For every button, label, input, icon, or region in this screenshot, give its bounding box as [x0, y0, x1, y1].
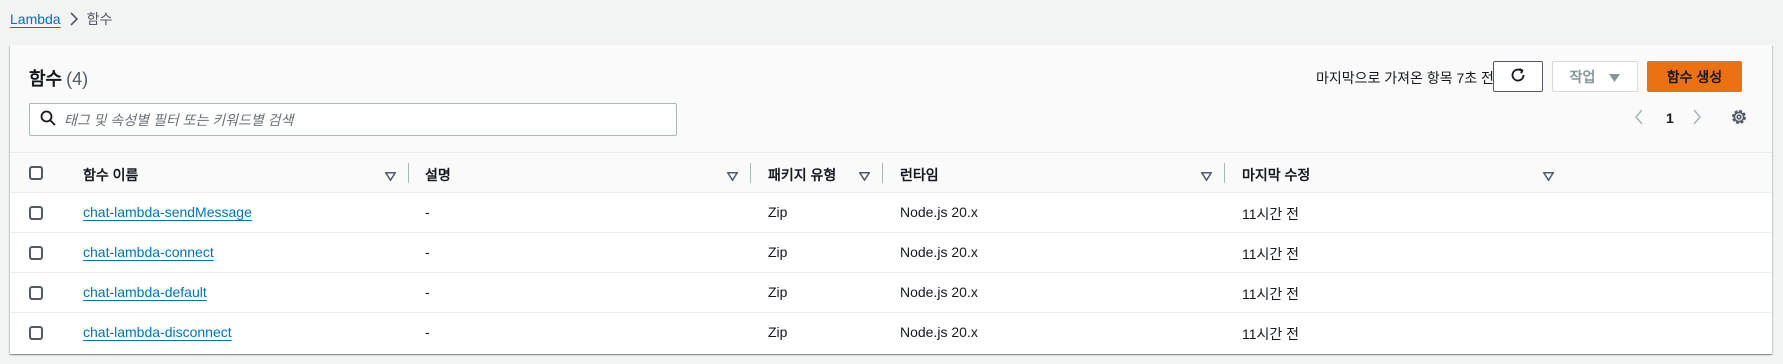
table-header: 함수 이름 설명 패키지 유형 런타임 마지막 수정: [10, 153, 1772, 193]
row-checkbox[interactable]: [29, 286, 43, 300]
function-name-link[interactable]: chat-lambda-connect: [83, 244, 214, 260]
description-cell: -: [425, 244, 430, 260]
function-name-link[interactable]: chat-lambda-sendMessage: [83, 204, 252, 220]
select-all-checkbox[interactable]: [29, 166, 43, 180]
last-modified-cell: 11시간 전: [1242, 206, 1300, 222]
last-fetched-text: 마지막으로 가져온 항목 7초 전: [1316, 70, 1494, 86]
refresh-button[interactable]: [1493, 61, 1543, 92]
column-divider[interactable]: [1224, 163, 1225, 183]
function-count: (4): [66, 69, 89, 89]
row-checkbox[interactable]: [29, 326, 43, 340]
description-cell: -: [425, 284, 430, 300]
package-type-cell: Zip: [768, 244, 788, 260]
page-title: 함수 (4): [29, 65, 88, 91]
function-name-link[interactable]: chat-lambda-disconnect: [83, 324, 232, 340]
refresh-icon: [1510, 67, 1526, 86]
column-header-function-name[interactable]: 함수 이름: [83, 165, 138, 185]
runtime-cell: Node.js 20.x: [900, 204, 978, 220]
column-header-package-type[interactable]: 패키지 유형: [768, 165, 836, 185]
row-checkbox[interactable]: [29, 246, 43, 260]
sort-icon[interactable]: [384, 168, 397, 184]
runtime-cell: Node.js 20.x: [900, 324, 978, 340]
breadcrumb-lambda-link[interactable]: Lambda: [10, 11, 61, 27]
gear-icon[interactable]: [1730, 108, 1748, 129]
runtime-cell: Node.js 20.x: [900, 284, 978, 300]
chevron-left-icon[interactable]: [1634, 109, 1644, 128]
function-name-link[interactable]: chat-lambda-default: [83, 284, 207, 300]
panel-header: 함수 (4) 마지막으로 가져온 항목 7초 전 작업 함수 생성 태그 및 속…: [10, 45, 1772, 153]
package-type-cell: Zip: [768, 204, 788, 220]
title-text: 함수: [29, 69, 63, 89]
sort-icon[interactable]: [726, 168, 739, 184]
functions-panel: 함수 (4) 마지막으로 가져온 항목 7초 전 작업 함수 생성 태그 및 속…: [10, 45, 1772, 354]
table-row[interactable]: chat-lambda-sendMessage - Zip Node.js 20…: [10, 193, 1772, 233]
chevron-right-icon[interactable]: [1692, 109, 1702, 128]
breadcrumb-current: 함수: [86, 11, 113, 27]
column-divider[interactable]: [408, 163, 409, 183]
current-page[interactable]: 1: [1666, 110, 1674, 126]
actions-label: 작업: [1569, 68, 1596, 85]
table-row[interactable]: chat-lambda-disconnect - Zip Node.js 20.…: [10, 313, 1772, 353]
chevron-right-icon: [69, 12, 79, 26]
search-input[interactable]: [64, 111, 676, 128]
create-function-label: 함수 생성: [1666, 68, 1723, 85]
sort-icon[interactable]: [1200, 168, 1213, 184]
search-icon: [40, 110, 56, 129]
last-modified-cell: 11시간 전: [1242, 246, 1300, 262]
sort-icon[interactable]: [1542, 168, 1555, 184]
column-header-last-modified[interactable]: 마지막 수정: [1242, 165, 1310, 185]
description-cell: -: [425, 204, 430, 220]
description-cell: -: [425, 324, 430, 340]
actions-dropdown[interactable]: 작업: [1552, 61, 1638, 92]
runtime-cell: Node.js 20.x: [900, 244, 978, 260]
last-modified-cell: 11시간 전: [1242, 286, 1300, 302]
column-divider[interactable]: [882, 163, 883, 183]
package-type-cell: Zip: [768, 324, 788, 340]
caret-down-icon: [1609, 69, 1621, 85]
breadcrumb: Lambda 함수: [10, 8, 112, 30]
column-header-description[interactable]: 설명: [425, 165, 451, 185]
sort-icon[interactable]: [858, 168, 871, 184]
package-type-cell: Zip: [768, 284, 788, 300]
column-header-runtime[interactable]: 런타임: [900, 165, 939, 185]
table-row[interactable]: chat-lambda-connect - Zip Node.js 20.x 1…: [10, 233, 1772, 273]
column-divider[interactable]: [750, 163, 751, 183]
table-row[interactable]: chat-lambda-default - Zip Node.js 20.x 1…: [10, 273, 1772, 313]
create-function-button[interactable]: 함수 생성: [1647, 61, 1742, 92]
last-modified-cell: 11시간 전: [1242, 326, 1300, 342]
row-checkbox[interactable]: [29, 206, 43, 220]
search-field[interactable]: [29, 103, 677, 136]
